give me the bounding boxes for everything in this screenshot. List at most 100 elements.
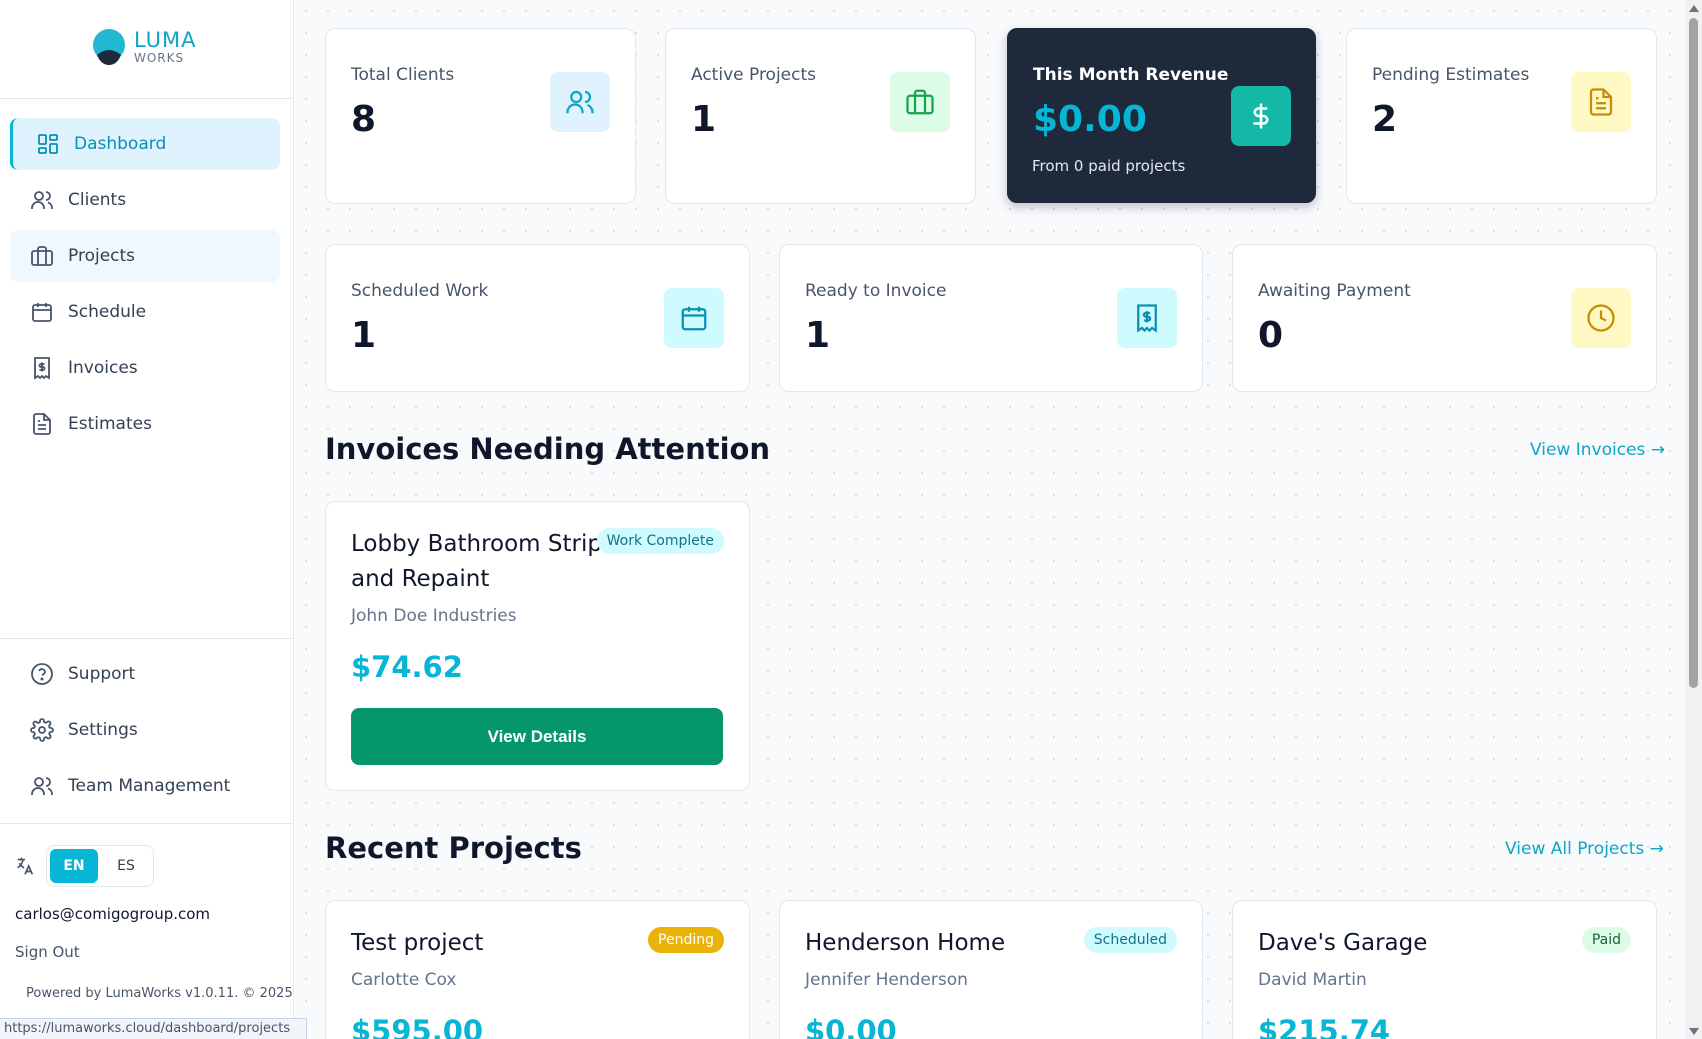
brand-logo[interactable]: LUMA WORKS [92, 28, 197, 66]
powered-by-text: Powered by LumaWorks v1.0.11. © 2025 [26, 986, 293, 1001]
stat-card-awaiting-payment[interactable]: Awaiting Payment 0 [1232, 244, 1657, 392]
document-icon [1571, 72, 1631, 132]
project-card[interactable]: Test project Pending Carlotte Cox $595.0… [325, 900, 750, 1039]
sidebar-divider [0, 98, 294, 99]
sidebar-item-settings[interactable]: Settings [10, 704, 280, 756]
stat-card-pending-estimates[interactable]: Pending Estimates 2 [1346, 28, 1657, 204]
stat-value: 1 [805, 315, 831, 356]
stat-subtext: From 0 paid projects [1032, 157, 1186, 175]
sidebar-item-schedule[interactable]: Schedule [10, 286, 280, 338]
receipt-icon [34, 357, 50, 380]
sidebar-divider [0, 638, 294, 639]
receipt-icon [1117, 288, 1177, 348]
project-client: Jennifer Henderson [805, 970, 968, 990]
stat-value: 1 [351, 315, 377, 356]
brand-subname: WORKS [134, 51, 185, 65]
sign-out-link[interactable]: Sign Out [15, 943, 80, 961]
invoice-card[interactable]: Lobby Bathroom Strip and Repaint Work Co… [325, 501, 750, 791]
project-card[interactable]: Dave's Garage Paid David Martin $215.74 [1232, 900, 1657, 1039]
project-amount: $215.74 [1258, 1014, 1391, 1039]
sidebar-item-invoices[interactable]: Invoices [10, 342, 280, 394]
users-icon [31, 777, 53, 795]
language-en-button[interactable]: EN [50, 849, 98, 883]
project-amount: $0.00 [805, 1014, 897, 1039]
user-email: carlos@comigogroup.com [15, 905, 211, 923]
stat-label: Active Projects [691, 65, 817, 85]
scroll-thumb[interactable] [1689, 18, 1698, 688]
language-es-button[interactable]: ES [102, 849, 150, 883]
stat-label: Total Clients [351, 65, 455, 85]
view-details-button[interactable]: View Details [351, 708, 723, 765]
stat-value: $0.00 [1033, 99, 1147, 140]
browser-status-url: https://lumaworks.cloud/dashboard/projec… [0, 1018, 307, 1039]
sidebar: LUMA WORKS Dashboard Clients Projects Sc… [0, 0, 294, 1039]
page-scrollbar[interactable] [1685, 0, 1702, 1039]
project-amount: $595.00 [351, 1014, 484, 1039]
gear-icon [30, 718, 54, 742]
document-icon [33, 413, 51, 435]
sidebar-item-projects[interactable]: Projects [10, 230, 280, 282]
sidebar-item-clients[interactable]: Clients [10, 174, 280, 226]
status-badge: Pending [648, 927, 724, 953]
status-badge: Paid [1581, 927, 1631, 953]
users-icon [550, 72, 610, 132]
project-title: Test project [351, 930, 484, 956]
sidebar-item-label: Invoices [68, 358, 138, 378]
sidebar-item-label: Estimates [68, 414, 152, 434]
view-invoices-link[interactable]: View Invoices → [1530, 440, 1665, 460]
invoice-title-line1: Lobby Bathroom Strip [351, 531, 602, 557]
sidebar-item-estimates[interactable]: Estimates [10, 398, 280, 450]
view-all-projects-link[interactable]: View All Projects → [1505, 839, 1664, 859]
briefcase-icon [31, 246, 53, 266]
status-badge: Work Complete [596, 528, 724, 554]
stat-label: Pending Estimates [1372, 65, 1530, 85]
dollar-icon [1231, 86, 1291, 146]
stat-value: 8 [351, 99, 377, 140]
invoices-section-title: Invoices Needing Attention [325, 432, 771, 466]
stat-label: Scheduled Work [351, 281, 489, 301]
calendar-icon [664, 288, 724, 348]
stat-card-scheduled-work[interactable]: Scheduled Work 1 [325, 244, 750, 392]
invoice-amount: $74.62 [351, 650, 463, 684]
status-badge: Scheduled [1083, 927, 1177, 953]
stat-label: This Month Revenue [1033, 65, 1229, 85]
project-client: David Martin [1258, 970, 1367, 990]
stat-card-total-clients[interactable]: Total Clients 8 [325, 28, 636, 204]
stat-card-active-projects[interactable]: Active Projects 1 [665, 28, 976, 204]
stat-value: 0 [1258, 315, 1284, 356]
briefcase-icon [890, 72, 950, 132]
sidebar-item-support[interactable]: Support [10, 648, 280, 700]
project-client: Carlotte Cox [351, 970, 457, 990]
dashboard-icon [38, 134, 58, 154]
project-card[interactable]: Henderson Home Scheduled Jennifer Hender… [779, 900, 1203, 1039]
sidebar-bottom-nav: Support Settings Team Management [10, 648, 280, 816]
sidebar-item-team-management[interactable]: Team Management [10, 760, 280, 812]
sidebar-item-label: Team Management [68, 776, 231, 796]
brand-name: LUMA [134, 28, 197, 52]
invoice-client: John Doe Industries [351, 606, 517, 626]
sidebar-divider [0, 823, 294, 824]
sidebar-item-dashboard[interactable]: Dashboard [10, 118, 280, 170]
sidebar-item-label: Schedule [68, 302, 147, 322]
stat-label: Ready to Invoice [805, 281, 947, 301]
clock-icon [1571, 288, 1631, 348]
stat-card-ready-to-invoice[interactable]: Ready to Invoice 1 [779, 244, 1203, 392]
sidebar-item-label: Projects [68, 246, 136, 266]
logo-icon [92, 28, 126, 66]
scroll-down-arrow-icon[interactable] [1689, 1028, 1699, 1035]
stat-card-month-revenue[interactable]: This Month Revenue $0.00 From 0 paid pro… [1007, 28, 1316, 203]
invoice-title-line2: and Repaint [351, 566, 490, 592]
dashboard-main: Total Clients 8 Active Projects 1 This M… [295, 0, 1685, 1039]
stat-value: 2 [1372, 99, 1398, 140]
sidebar-item-label: Dashboard [74, 134, 167, 154]
stat-label: Awaiting Payment [1258, 281, 1411, 301]
scroll-up-arrow-icon[interactable] [1689, 5, 1699, 12]
sidebar-nav: Dashboard Clients Projects Schedule Invo… [10, 118, 280, 454]
users-icon [31, 191, 53, 209]
translate-icon [17, 857, 34, 875]
help-icon [31, 663, 53, 685]
sidebar-item-label: Clients [68, 190, 127, 210]
project-title: Dave's Garage [1258, 930, 1428, 956]
sidebar-item-label: Support [68, 664, 136, 684]
language-toggle: EN ES [46, 845, 154, 887]
